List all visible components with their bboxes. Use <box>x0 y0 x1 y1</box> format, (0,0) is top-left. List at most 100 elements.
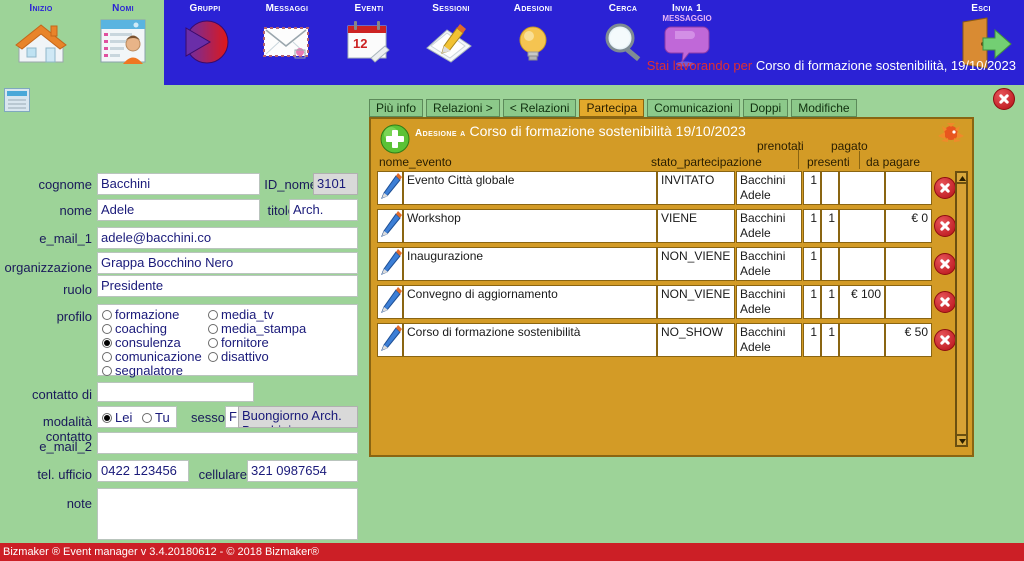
delete-circle-icon <box>934 291 956 313</box>
close-record-button[interactable] <box>993 88 1015 110</box>
toolbar-item-sessioni[interactable]: Sessioni <box>410 0 492 85</box>
cell-da-pagare: € 50 <box>885 323 932 357</box>
cell-nome-evento: Workshop <box>403 209 657 243</box>
toolbar-item-adesioni-label: Adesioni <box>513 3 553 14</box>
tel-ufficio-input[interactable]: 0422 123456 <box>97 460 189 482</box>
table-row[interactable]: Workshop VIENE Bacchini Adele 1 1 € 0 <box>377 209 956 243</box>
toolbar-item-inizio[interactable]: Inizio <box>0 0 82 85</box>
profilo-option-label: consulenza <box>115 335 181 350</box>
table-row[interactable]: Inaugurazione NON_VIENE Bacchini Adele 1 <box>377 247 956 281</box>
tab-modifiche[interactable]: Modifiche <box>791 99 857 117</box>
profilo-option-label: coaching <box>115 321 168 336</box>
pencil-icon[interactable] <box>377 323 403 357</box>
profilo-option-media-stampa[interactable]: media_stampa <box>208 321 306 336</box>
contatto-di-input[interactable] <box>97 382 254 402</box>
modalita-radio-group: Lei Tu <box>97 406 177 428</box>
toolbar-item-gruppi[interactable]: Gruppi <box>164 0 246 85</box>
cell-presenti <box>821 247 839 281</box>
header-stato-partecipazione: stato_partecipazione <box>651 155 762 169</box>
profilo-radio-group: formazione coaching consulenza comunicaz… <box>97 304 358 378</box>
delete-row-button[interactable] <box>934 291 956 313</box>
document-list-icon[interactable] <box>4 88 30 112</box>
cellulare-input[interactable]: 321 0987654 <box>247 460 358 482</box>
pencil-icon[interactable] <box>377 171 403 205</box>
adesioni-table: Evento Città globale INVITATO Bacchini A… <box>377 171 956 361</box>
tab-piu-info[interactable]: Più info <box>369 99 424 117</box>
adesione-title: Adesione a Corso di formazione sostenibi… <box>415 123 746 139</box>
delete-row-button[interactable] <box>934 177 956 199</box>
radio-indicator <box>208 310 218 320</box>
sesso-label: sesso <box>191 410 225 425</box>
delete-row-button[interactable] <box>934 329 956 351</box>
organizzazione-input[interactable]: Grappa Bocchino Nero <box>97 252 358 274</box>
toolbar-item-eventi[interactable]: Eventi 12 <box>328 0 410 85</box>
nome-input[interactable]: Adele <box>97 199 260 221</box>
adesione-title-value: Corso di formazione sostenibilità 19/10/… <box>469 123 746 139</box>
profilo-option-label: segnalatore <box>115 363 183 378</box>
scrollbar-thumb[interactable] <box>956 183 967 435</box>
note-label: note <box>66 496 92 511</box>
cell-nome-evento: Inaugurazione <box>403 247 657 281</box>
pencil-icon[interactable] <box>377 247 403 281</box>
table-scrollbar[interactable] <box>955 171 968 447</box>
plus-circle-icon <box>380 124 410 154</box>
profilo-option-fornitore[interactable]: fornitore <box>208 335 269 350</box>
modalita-option-tu[interactable]: Tu <box>142 410 170 425</box>
tab-relazioni-in[interactable]: < Relazioni <box>502 99 577 117</box>
cognome-input[interactable]: Bacchini <box>97 173 260 195</box>
scroll-up-arrow-icon[interactable] <box>956 172 967 183</box>
profilo-option-media-tv[interactable]: media_tv <box>208 307 274 322</box>
profilo-option-disattivo[interactable]: disattivo <box>208 349 269 364</box>
add-adesione-button[interactable] <box>379 123 411 155</box>
sun-icon[interactable] <box>936 122 966 144</box>
profilo-option-formazione[interactable]: formazione <box>102 307 179 322</box>
pencil-icon[interactable] <box>377 209 403 243</box>
header-prenotati: prenotati <box>757 139 804 153</box>
toolbar-item-messaggi-label: Messaggi <box>265 3 309 14</box>
header-divider <box>798 141 799 169</box>
toolbar-item-nomi[interactable]: Nomi <box>82 0 164 85</box>
adesione-title-prefix: Adesione a <box>415 128 466 139</box>
toolbar-item-nomi-label: Nomi <box>112 3 134 14</box>
profilo-option-comunicazione[interactable]: comunicazione <box>102 349 202 364</box>
tab-doppi[interactable]: Doppi <box>742 99 789 117</box>
contact-card-icon <box>95 16 151 72</box>
cell-stato: INVITATO <box>657 171 735 205</box>
modalita-option-lei[interactable]: Lei <box>102 410 132 425</box>
profilo-option-label: disattivo <box>221 349 269 364</box>
cell-stato: NON_VIENE <box>657 285 735 319</box>
ruolo-input[interactable]: Presidente <box>97 275 358 297</box>
toolbar-item-eventi-label: Eventi <box>354 3 384 14</box>
pencil-icon[interactable] <box>377 285 403 319</box>
delete-row-button[interactable] <box>934 253 956 275</box>
titolo-input[interactable]: Arch. <box>289 199 358 221</box>
toolbar-item-inizio-label: Inizio <box>29 3 53 14</box>
table-row[interactable]: Convegno di aggiornamento NON_VIENE Bacc… <box>377 285 956 319</box>
contatto-di-label: contatto di <box>32 387 92 402</box>
profilo-option-label: fornitore <box>221 335 269 350</box>
profilo-option-consulenza[interactable]: consulenza <box>102 335 181 350</box>
delete-row-button[interactable] <box>934 215 956 237</box>
tab-relazioni-out[interactable]: Relazioni > <box>426 99 500 117</box>
id-nome-label: ID_nome <box>264 177 317 192</box>
table-row[interactable]: Corso di formazione sostenibilità NO_SHO… <box>377 323 956 357</box>
profilo-option-coaching[interactable]: coaching <box>102 321 167 336</box>
radio-indicator <box>208 338 218 348</box>
modalita-option-label: Lei <box>115 410 133 425</box>
note-textarea[interactable] <box>97 488 358 540</box>
toolbar-item-messaggi[interactable]: Messaggi <box>246 0 328 85</box>
contact-form: cognome Bacchini ID_nome 3101 nome Adele… <box>0 85 366 540</box>
header-da-pagare: da pagare <box>866 155 921 169</box>
tab-partecipa[interactable]: Partecipa <box>579 99 645 117</box>
tab-comunicazioni[interactable]: Comunicazioni <box>647 99 740 117</box>
email1-input[interactable]: adele@bacchini.co <box>97 227 358 249</box>
cell-presenti: 1 <box>821 209 839 243</box>
cell-stato: VIENE <box>657 209 735 243</box>
exit-label: Esci <box>971 3 991 14</box>
email2-input[interactable] <box>97 432 358 454</box>
profilo-option-segnalatore[interactable]: segnalatore <box>102 363 183 378</box>
profilo-option-label: formazione <box>115 307 180 322</box>
scroll-down-arrow-icon[interactable] <box>956 435 967 446</box>
table-row[interactable]: Evento Città globale INVITATO Bacchini A… <box>377 171 956 205</box>
toolbar-item-adesioni[interactable]: Adesioni <box>492 0 574 85</box>
